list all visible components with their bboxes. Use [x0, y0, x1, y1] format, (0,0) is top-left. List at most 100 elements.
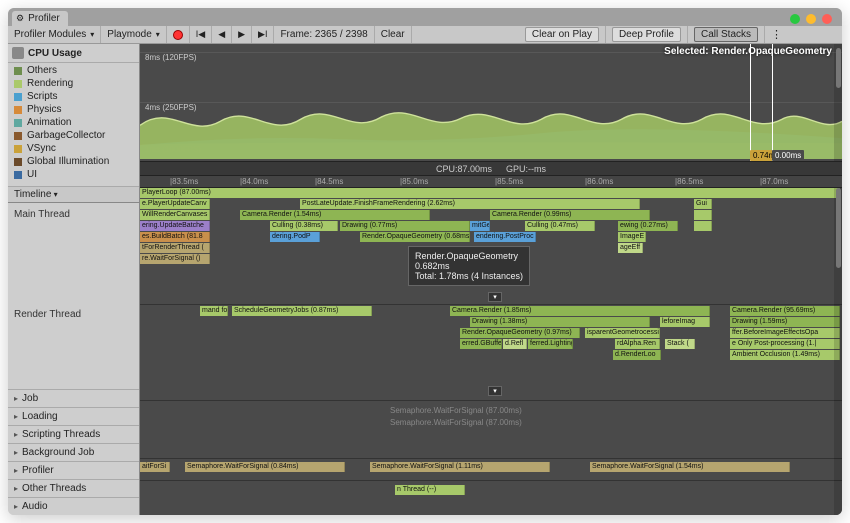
profiler-bar[interactable]: ffer.BeforeImageEffectsOpa: [730, 328, 840, 338]
profiler-bar[interactable]: [694, 210, 712, 220]
semaphore-text-2: Semaphore.WaitForSignal (87.00ms): [390, 418, 522, 427]
category-item[interactable]: GarbageCollector: [14, 130, 139, 141]
profiler-bar[interactable]: ering.UpdateBatche: [140, 221, 210, 231]
profiler-bar[interactable]: e Only Post-processing (1.|: [730, 339, 840, 349]
expand-down-icon[interactable]: ▾: [488, 292, 502, 302]
profiler-bar[interactable]: Camera.Render (95.69ms): [730, 306, 840, 316]
profiler-bar[interactable]: aitForSi: [140, 462, 170, 472]
thread-group-other-threads[interactable]: Other Threads: [8, 479, 139, 497]
profiler-bar[interactable]: ImageE: [618, 232, 646, 242]
profiler-bar[interactable]: WillRenderCanvases: [140, 210, 210, 220]
profiler-bar[interactable]: erred.GBuffe: [460, 339, 502, 349]
category-label: Scripts: [27, 91, 58, 102]
profiler-bar[interactable]: Culling (0.47ms): [525, 221, 595, 231]
thread-group-profiler[interactable]: Profiler: [8, 461, 139, 479]
record-button[interactable]: [167, 26, 190, 43]
category-item[interactable]: Scripts: [14, 91, 139, 102]
category-swatch: [14, 106, 22, 114]
prev-frame-start-button[interactable]: I◀: [196, 29, 205, 40]
minimize-dot[interactable]: [806, 14, 816, 24]
profiler-bar[interactable]: rdAlpha.Ren: [615, 339, 660, 349]
profiler-bar[interactable]: isparentGeometrocessing (|: [585, 328, 660, 338]
profiler-bar[interactable]: mand fo: [200, 306, 228, 316]
timeline-dropdown[interactable]: Timeline: [8, 186, 139, 203]
time-ruler[interactable]: |83.5ms|84.0ms|84.5ms|85.0ms|85.5ms|86.0…: [140, 176, 842, 188]
next-frame-button[interactable]: ▶: [238, 29, 245, 40]
thread-group-background-job[interactable]: Background Job: [8, 443, 139, 461]
profiler-bar[interactable]: Drawing (1.38ms): [470, 317, 650, 327]
profiler-bar[interactable]: Drawing (1.59ms): [730, 317, 840, 327]
profiler-bar[interactable]: ScheduleGeometryJobs (0.87ms): [232, 306, 372, 316]
profiler-bar[interactable]: Semaphore.WaitForSignal (1.54ms): [590, 462, 790, 472]
thread-group-job[interactable]: Job: [8, 389, 139, 407]
playmode-dropdown[interactable]: Playmode: [101, 26, 166, 43]
profiler-bar[interactable]: mitGe: [470, 221, 490, 231]
frame-counter: Frame: 2365 / 2398: [274, 26, 374, 43]
next-frame-end-button[interactable]: ▶I: [258, 29, 267, 40]
category-item[interactable]: Animation: [14, 117, 139, 128]
profiler-bar[interactable]: PostLateUpdate.FinishFrameRendering (2.6…: [300, 199, 640, 209]
thread-group-loading[interactable]: Loading: [8, 407, 139, 425]
category-item[interactable]: Physics: [14, 104, 139, 115]
profiler-bar[interactable]: Ambient Occlusion (1.49ms): [730, 350, 840, 360]
usage-chart[interactable]: 8ms (120FPS)4ms (250FPS)1ms (1000FPS) Se…: [140, 44, 842, 162]
clear-on-play-button[interactable]: Clear on Play: [525, 27, 599, 42]
deep-profile-button[interactable]: Deep Profile: [612, 27, 681, 42]
profiler-bar[interactable]: leforeImag: [660, 317, 710, 327]
profiler-bar[interactable]: d.RenderLoo: [613, 350, 661, 360]
window-controls[interactable]: [790, 14, 832, 24]
context-menu-icon[interactable]: ⋮: [765, 28, 842, 41]
profiler-bar[interactable]: Drawing (0.77ms): [340, 221, 470, 231]
profiler-bar[interactable]: es.BuildBatch (81.8: [140, 232, 210, 242]
profiler-bar[interactable]: Render.OpaqueGeometry (0.97ms): [460, 328, 580, 338]
chart-scrollbar[interactable]: [834, 44, 842, 161]
category-item[interactable]: Others: [14, 65, 139, 76]
cpu-usage-header[interactable]: CPU Usage: [8, 44, 139, 63]
profiler-bar[interactable]: Culling (0.38ms): [270, 221, 338, 231]
call-stacks-button[interactable]: Call Stacks: [694, 27, 758, 42]
cpu-gpu-bar: CPU:87.00ms GPU:--ms: [140, 162, 842, 176]
category-item[interactable]: VSync: [14, 143, 139, 154]
maximize-dot[interactable]: [790, 14, 800, 24]
hover-tooltip: Render.OpaqueGeometry 0.682ms Total: 1.7…: [408, 246, 530, 286]
profiler-bar[interactable]: Camera.Render (0.99ms): [490, 210, 650, 220]
profiler-bar[interactable]: tForRenderThread (: [140, 243, 210, 253]
profiler-bar[interactable]: ewing (0.27ms): [618, 221, 678, 231]
close-dot[interactable]: [822, 14, 832, 24]
category-item[interactable]: UI: [14, 169, 139, 180]
ruler-tick: |86.5ms: [675, 177, 703, 186]
profiler-bar[interactable]: ageEff: [618, 243, 643, 253]
prev-frame-button[interactable]: ◀: [218, 29, 225, 40]
category-swatch: [14, 80, 22, 88]
profiler-bar[interactable]: d.Refl: [503, 339, 527, 349]
profiler-modules-dropdown[interactable]: Profiler Modules: [8, 26, 101, 43]
tracks-scrollbar[interactable]: [834, 188, 842, 515]
profiler-bar[interactable]: Gui: [694, 199, 712, 209]
profiler-bar[interactable]: endering.PostProc: [474, 232, 536, 242]
profiler-bar[interactable]: dering.PodP: [270, 232, 320, 242]
clear-button[interactable]: Clear: [375, 26, 412, 43]
profiler-bar[interactable]: [694, 221, 712, 231]
category-item[interactable]: Rendering: [14, 78, 139, 89]
profiler-bar[interactable]: Camera.Render (1.54ms): [240, 210, 430, 220]
profiler-bar[interactable]: PlayerLoop (87.00ms): [140, 188, 840, 198]
ruler-tick: |84.0ms: [240, 177, 268, 186]
profiler-bar[interactable]: ferred.Lighting: [528, 339, 573, 349]
profiler-bar[interactable]: Render.OpaqueGeometry (0.68ms): [360, 232, 470, 242]
category-swatch: [14, 145, 22, 153]
profiler-bar[interactable]: Semaphore.WaitForSignal (1.11ms): [370, 462, 550, 472]
thread-group-scripting-threads[interactable]: Scripting Threads: [8, 425, 139, 443]
frame-marker[interactable]: 0.00ms: [772, 44, 773, 161]
tracks-area[interactable]: PlayerLoop (87.00ms)e.PlayerUpdateCanv Po…: [140, 188, 842, 515]
profiler-bar[interactable]: Camera.Render (1.85ms): [450, 306, 710, 316]
profiler-bar[interactable]: Stack (: [665, 339, 695, 349]
profiler-bar[interactable]: re.WaitForSignal (): [140, 254, 210, 264]
profiler-bar[interactable]: Semaphore.WaitForSignal (0.84ms): [185, 462, 345, 472]
profiler-bar[interactable]: e.PlayerUpdateCanv: [140, 199, 210, 209]
category-item[interactable]: Global Illumination: [14, 156, 139, 167]
frame-marker[interactable]: 0.74ms: [750, 44, 751, 161]
thread-group-audio[interactable]: Audio: [8, 497, 139, 515]
tab-label: Profiler: [28, 13, 60, 24]
expand-down-icon-2[interactable]: ▾: [488, 386, 502, 396]
tab-profiler[interactable]: ⚙ Profiler: [12, 11, 68, 26]
